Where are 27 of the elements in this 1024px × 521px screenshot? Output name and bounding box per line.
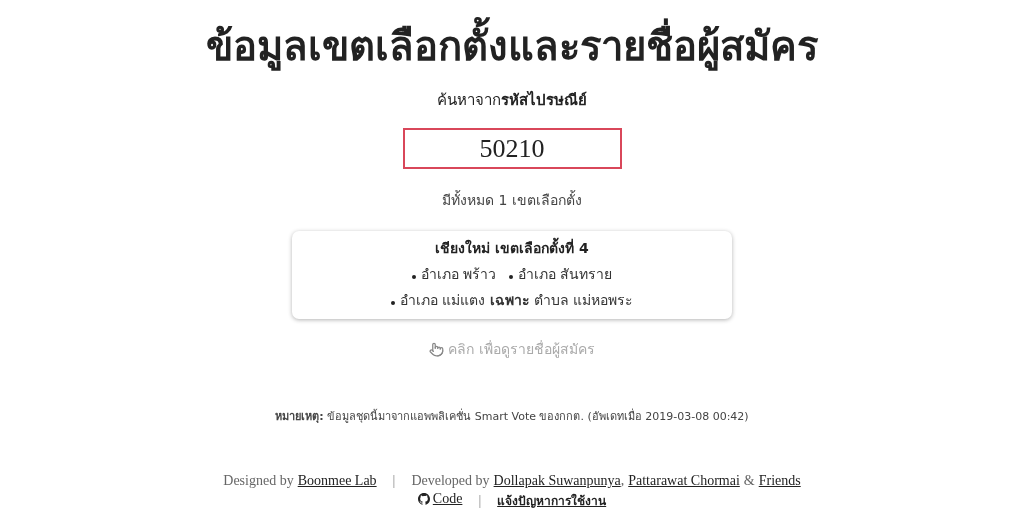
footer-text: Developed by xyxy=(411,473,490,489)
district-card[interactable]: เชียงใหม่ เขตเลือกตั้งที่ 4 อำเภอ พร้าว อำเภอ สันทราย อำเภอ แม่แตง เฉพาะ ตำบล แม่หอพระ xyxy=(292,231,732,319)
footer-text: Designed by xyxy=(223,473,294,489)
bullet-dot xyxy=(412,275,417,279)
report-issue-link[interactable]: แจ้งปัญหาการใช้งาน xyxy=(497,491,607,510)
bullet-dot xyxy=(390,301,395,305)
comma: , xyxy=(620,473,625,489)
search-label: ค้นหาจากรหัสไปรษณีย์ xyxy=(437,89,587,111)
area-text: อำเภอ สันทราย xyxy=(517,265,612,284)
github-icon xyxy=(417,493,430,505)
ampersand: & xyxy=(743,473,755,489)
separator: | xyxy=(392,473,396,489)
designer-link[interactable]: Boonmee Lab xyxy=(297,473,377,489)
pointer-icon xyxy=(429,341,445,357)
page-title: ข้อมูลเขตเลือกตั้งและรายชื่อผู้สมัคร xyxy=(206,18,818,74)
postcode-field[interactable]: 50210 xyxy=(402,128,622,169)
bullet-dot xyxy=(508,275,513,279)
developer-link[interactable]: Pattarawat Chormai xyxy=(628,473,740,489)
area-text: อำเภอ พร้าว xyxy=(421,265,497,284)
friends-link[interactable]: Friends xyxy=(758,473,801,489)
separator: | xyxy=(478,493,482,509)
developer-link[interactable]: Dollapak Suwanpunya xyxy=(493,473,621,489)
area-text: อำเภอ แม่แตง เฉพาะ ตำบล แม่หอพระ xyxy=(399,291,634,310)
district-title: เชียงใหม่ เขตเลือกตั้งที่ 4 xyxy=(435,237,589,259)
result-count: มีทั้งหมด 1 เขตเลือกตั้ง xyxy=(442,189,582,210)
note-text: หมายเหตุ: ข้อมูลชุดนี้มาจากแอพพลิเคชั่น Smart Vote ของกกต. (อัพเดทเมื่อ 2019-03-08 00:42) xyxy=(275,407,749,425)
code-link[interactable]: Code xyxy=(417,491,463,507)
